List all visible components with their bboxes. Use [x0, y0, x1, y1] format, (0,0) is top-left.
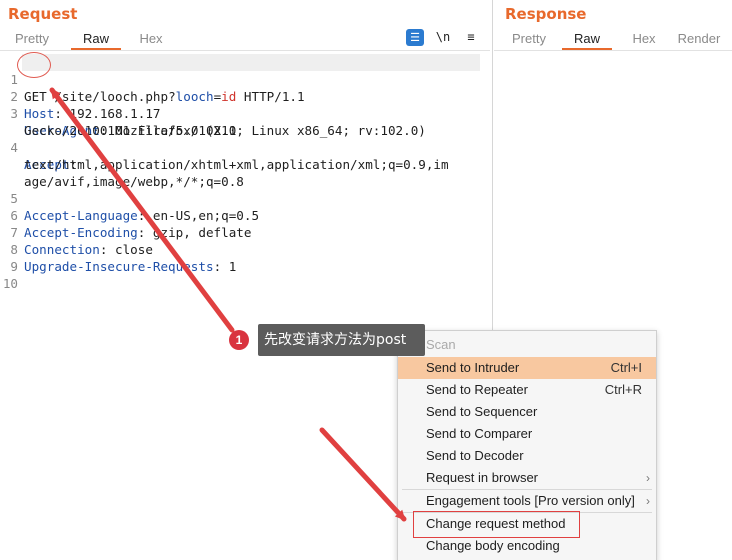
- header-continuation: text/html,application/xhtml+xml,applicat…: [0, 139, 449, 172]
- header-value: : gzip, deflate: [137, 225, 252, 240]
- current-line-highlight: [22, 54, 480, 71]
- empty-line: 9: [0, 241, 30, 274]
- menu-item-label: Send to Sequencer: [426, 404, 538, 419]
- menu-item-label: Engagement tools [Pro version only]: [426, 493, 635, 508]
- change-method-highlight-box: [413, 511, 580, 538]
- response-title: Response: [505, 5, 587, 23]
- menu-item-label: Scan: [426, 337, 456, 352]
- response-tabs-divider: [494, 50, 732, 51]
- menu-item-label: Send to Repeater: [426, 382, 528, 397]
- menu-item-request-in-browser[interactable]: Request in browser ›: [398, 467, 656, 489]
- method-highlight-circle: [17, 52, 51, 78]
- menu-icon[interactable]: ≡: [462, 29, 480, 46]
- menu-item-send-to-repeater[interactable]: Send to Repeater Ctrl+R: [398, 379, 656, 401]
- http-version: HTTP/1.1: [236, 89, 305, 104]
- tab-pretty[interactable]: Pretty: [510, 28, 548, 50]
- wrap-lines-icon[interactable]: ☰: [406, 29, 424, 46]
- newline-toggle-icon[interactable]: \n: [434, 29, 452, 46]
- tab-hex[interactable]: Hex: [629, 28, 659, 50]
- tab-raw[interactable]: Raw: [562, 28, 612, 50]
- step-badge: 1: [229, 330, 249, 350]
- request-title: Request: [8, 5, 78, 23]
- tab-raw[interactable]: Raw: [71, 28, 121, 50]
- header-value: age/avif,image/webp,*/*;q=0.8: [24, 174, 244, 189]
- tab-hex[interactable]: Hex: [135, 28, 167, 50]
- header-value: text/html,application/xhtml+xml,applicat…: [24, 157, 449, 172]
- header-value: : 192.168.1.17: [54, 106, 161, 121]
- menu-item-label: Change body encoding: [426, 538, 560, 553]
- response-tabs: Pretty Raw Hex Render: [510, 28, 721, 50]
- request-tabs-divider: [0, 50, 490, 51]
- menu-shortcut: Ctrl+R: [604, 382, 642, 397]
- menu-item-change-body-encoding[interactable]: Change body encoding: [398, 535, 656, 557]
- header-line: 5 Accept-Language: en-US,en;q=0.5: [0, 173, 259, 223]
- header-value: : 1: [213, 259, 237, 274]
- menu-item-engagement-tools[interactable]: Engagement tools [Pro version only] ›: [398, 490, 656, 512]
- header-name: Upgrade-Insecure-Requests: [24, 259, 214, 274]
- line-number: 10: [2, 276, 18, 291]
- header-name: Accept-Encoding: [24, 225, 138, 240]
- header-line: 6 Accept-Encoding: gzip, deflate: [0, 190, 251, 240]
- tab-pretty[interactable]: Pretty: [13, 28, 51, 50]
- header-line: 8 Upgrade-Insecure-Requests: 1: [0, 224, 236, 274]
- menu-item-send-to-comparer[interactable]: Send to Comparer: [398, 423, 656, 445]
- menu-item-label: Request in browser: [426, 470, 538, 485]
- header-continuation: Gecko/20100101 Firefox/102.0: [0, 105, 236, 138]
- header-line: 4 Accept:: [0, 122, 77, 172]
- menu-item-send-to-decoder[interactable]: Send to Decoder: [398, 445, 656, 467]
- query-param-name: looch: [175, 89, 214, 104]
- header-line: 7 Connection: close: [0, 207, 153, 257]
- empty-line: 10: [0, 258, 30, 291]
- header-name: Accept-Language: [24, 208, 138, 223]
- query-param-value: id: [221, 89, 237, 104]
- header-continuation: age/avif,image/webp,*/*;q=0.8: [0, 156, 244, 189]
- chevron-right-icon: ›: [646, 494, 650, 508]
- header-name: Connection: [24, 242, 100, 257]
- menu-shortcut: Ctrl+I: [610, 360, 642, 375]
- menu-item-send-to-intruder[interactable]: Send to Intruder Ctrl+I: [398, 357, 656, 379]
- menu-item-send-to-sequencer[interactable]: Send to Sequencer: [398, 401, 656, 423]
- arrow-to-menu-item: [319, 427, 407, 522]
- menu-item-scan: Scan: [398, 334, 656, 356]
- request-tabs: Pretty Raw Hex: [13, 28, 167, 50]
- header-line: 3 User-Agent: Mozilla/5.0 (X11; Linux x8…: [0, 88, 425, 138]
- header-value: : en-US,en;q=0.5: [137, 208, 260, 223]
- request-path: /site/looch.php?: [46, 89, 176, 104]
- chevron-right-icon: ›: [646, 471, 650, 485]
- menu-item-label: Send to Intruder: [426, 360, 520, 375]
- header-value: Gecko/20100101 Firefox/102.0: [24, 123, 237, 138]
- annotation-tooltip: 先改变请求方法为post: [258, 324, 425, 356]
- tab-render[interactable]: Render: [677, 28, 721, 50]
- menu-item-label: Send to Decoder: [426, 448, 524, 463]
- header-value: : close: [99, 242, 153, 257]
- menu-item-label: Send to Comparer: [426, 426, 533, 441]
